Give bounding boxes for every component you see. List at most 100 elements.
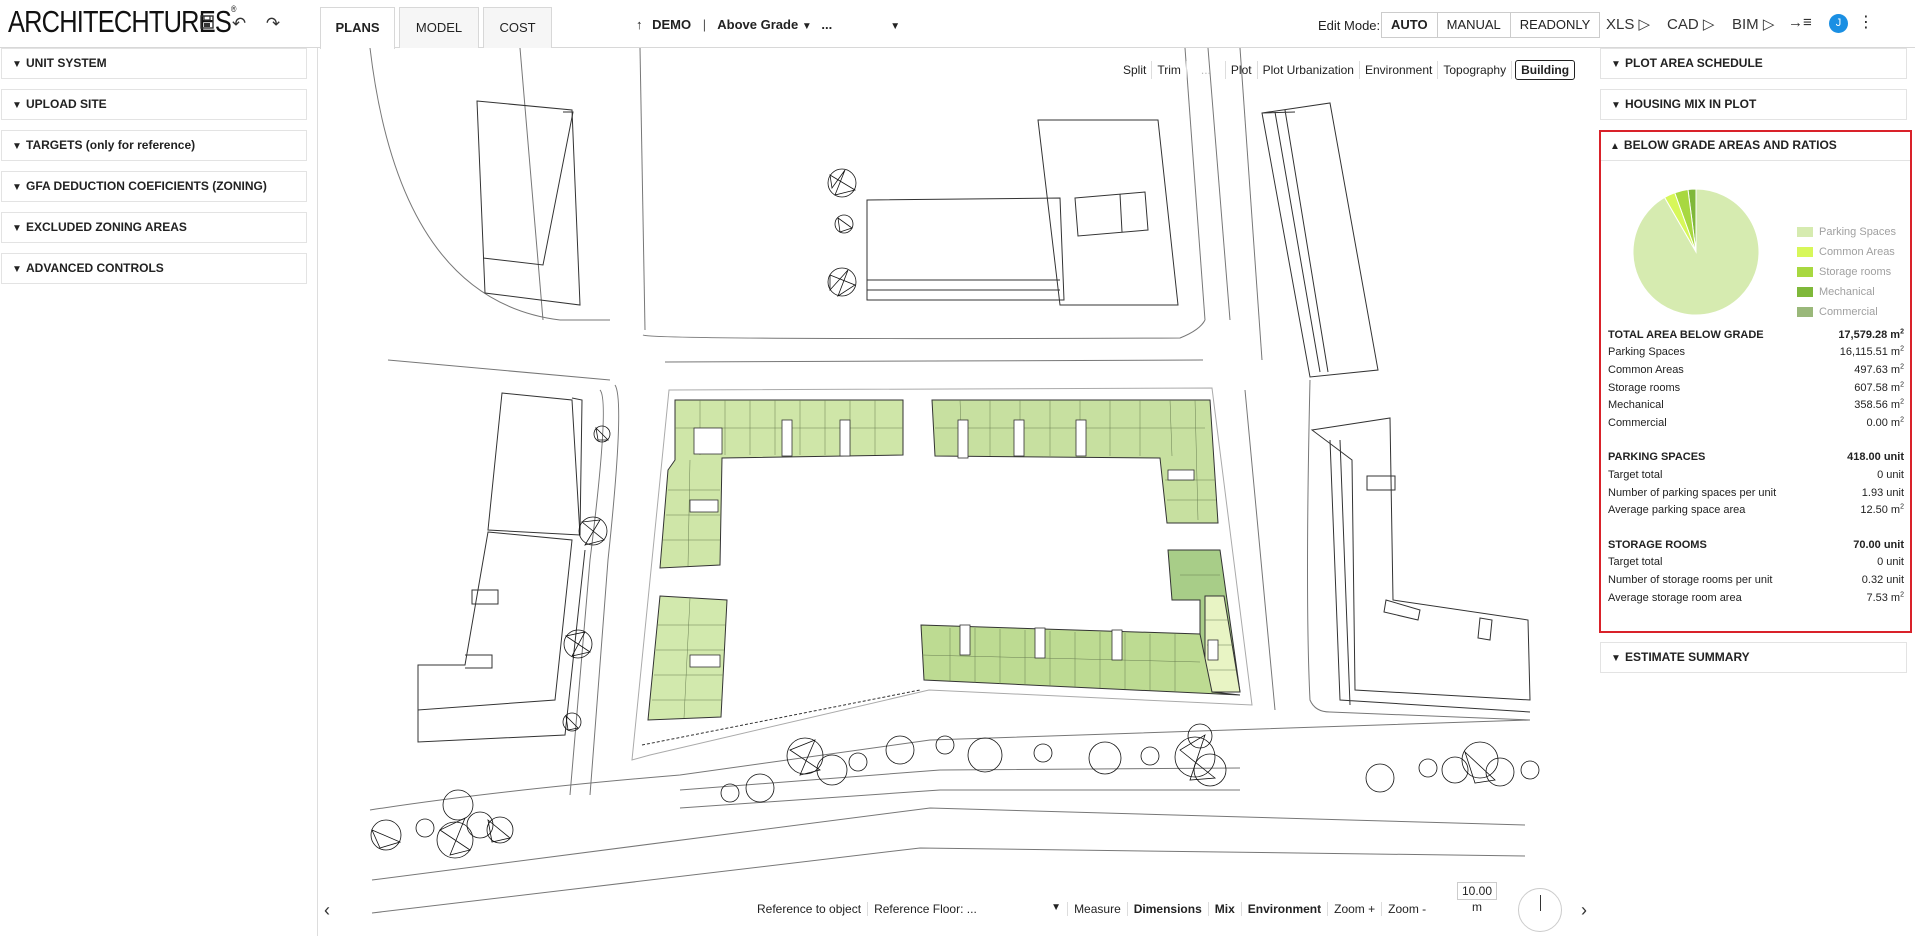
- export-bim-button[interactable]: BIM ▷: [1732, 15, 1774, 33]
- project-selector[interactable]: ↑ DEMO | Above Grade ▼ ... ▼: [636, 17, 900, 32]
- legend-item: Common Areas: [1797, 242, 1896, 262]
- scale-value[interactable]: 10.00: [1457, 882, 1497, 900]
- bottom-toolbar: Reference to object Reference Floor: ...…: [751, 902, 1432, 916]
- dimensions-button[interactable]: Dimensions: [1128, 902, 1209, 916]
- avatar[interactable]: J: [1829, 14, 1848, 33]
- chevron-down-icon: ▼: [890, 21, 901, 32]
- row-value: 607.58 m2: [1854, 380, 1904, 394]
- view-toolbar: Split Trim ... Plot Plot Urbanization En…: [1118, 60, 1576, 80]
- legend-item: Commercial: [1797, 302, 1896, 322]
- reference-to-object-button[interactable]: Reference to object: [751, 902, 869, 916]
- chevron-up-icon: ▲: [1610, 141, 1620, 152]
- level-select[interactable]: Above Grade ▼: [717, 17, 811, 32]
- environment-view-button[interactable]: Environment: [1360, 61, 1439, 79]
- next-arrow-icon[interactable]: ›: [1581, 900, 1587, 921]
- edit-mode-auto[interactable]: AUTO: [1382, 13, 1438, 37]
- legend-item: Mechanical: [1797, 282, 1896, 302]
- edit-mode-readonly[interactable]: READONLY: [1511, 13, 1600, 37]
- row-label: Target total: [1608, 468, 1663, 481]
- row-value: 0 unit: [1877, 556, 1904, 569]
- row-label: Mechanical: [1608, 399, 1664, 412]
- row-label: Number of storage rooms per unit: [1608, 573, 1773, 586]
- chevron-down-icon: ▼: [12, 264, 22, 275]
- up-arrow-icon[interactable]: ↑: [636, 17, 643, 32]
- tab-cost[interactable]: COST: [483, 7, 552, 48]
- row-label: Common Areas: [1608, 363, 1684, 376]
- total-row: TOTAL AREA BELOW GRADE 17,579.28 m2: [1608, 328, 1904, 341]
- legend-label: Parking Spaces: [1819, 226, 1897, 238]
- environment-button[interactable]: Environment: [1242, 902, 1329, 916]
- legend-swatch: [1797, 287, 1813, 297]
- table-row: Mechanical 358.56 m2: [1608, 396, 1904, 414]
- chevron-down-icon: ▼: [1611, 653, 1621, 664]
- legend-swatch: [1797, 247, 1813, 257]
- split-button[interactable]: Split: [1118, 61, 1153, 79]
- tab-plans[interactable]: PLANS: [320, 7, 395, 49]
- legend-swatch: [1797, 227, 1813, 237]
- plot-urbanization-button[interactable]: Plot Urbanization: [1258, 61, 1360, 79]
- measure-button[interactable]: Measure: [1068, 902, 1128, 916]
- prev-arrow-icon[interactable]: ‹: [324, 900, 330, 921]
- section-excluded-zoning[interactable]: ▼ EXCLUDED ZONING AREAS: [1, 212, 307, 243]
- below-grade-panel: ▲ BELOW GRADE AREAS AND RATIOS Parking Sp…: [1599, 130, 1912, 633]
- section-upload-site[interactable]: ▼ UPLOAD SITE: [1, 89, 307, 120]
- more-button[interactable]: ...: [1187, 61, 1226, 79]
- more-menu-icon[interactable]: ⋮: [1858, 12, 1874, 32]
- project-name: DEMO: [652, 17, 692, 32]
- row-label: Parking Spaces: [1608, 346, 1686, 359]
- row-value: 12.50 m2: [1860, 503, 1904, 517]
- row-label: Target total: [1608, 556, 1663, 569]
- chevron-down-icon: ▼: [12, 141, 22, 152]
- section-unit-system[interactable]: ▼ UNIT SYSTEM: [1, 48, 307, 79]
- row-value: 0.32 unit: [1861, 573, 1904, 586]
- zoom-in-button[interactable]: Zoom +: [1328, 902, 1383, 916]
- building-button[interactable]: Building: [1515, 60, 1576, 80]
- section-targets[interactable]: ▼ TARGETS (only for reference): [1, 130, 307, 161]
- row-value: 7.53 m2: [1866, 590, 1904, 604]
- export-list-icon[interactable]: →≡: [1788, 14, 1812, 31]
- storage-header-row: STORAGE ROOMS 70.00 unit: [1608, 538, 1904, 551]
- legend-swatch: [1797, 267, 1813, 277]
- save-icon[interactable]: [196, 13, 218, 35]
- row-label: Average parking space area: [1608, 504, 1746, 517]
- legend-label: Commercial: [1819, 306, 1878, 318]
- undo-icon[interactable]: ↶: [228, 13, 250, 35]
- export-cad-button[interactable]: CAD ▷: [1667, 15, 1714, 33]
- mix-button[interactable]: Mix: [1209, 902, 1242, 916]
- row-value: 0 unit: [1877, 468, 1904, 481]
- table-row: Target total 0 unit: [1608, 466, 1904, 484]
- topography-button[interactable]: Topography: [1438, 61, 1513, 79]
- export-xls-button[interactable]: XLS ▷: [1606, 15, 1650, 33]
- chevron-down-icon: ▼: [12, 59, 22, 70]
- section-gfa-deduction[interactable]: ▼ GFA DEDUCTION COEFICIENTS (ZONING): [1, 171, 307, 202]
- row-value: 16,115.51 m2: [1839, 345, 1904, 359]
- trim-button[interactable]: Trim: [1152, 61, 1187, 79]
- sublevel-select[interactable]: ... ▼: [821, 17, 900, 32]
- site-plan-drawing[interactable]: [319, 48, 1596, 936]
- legend-swatch: [1797, 307, 1813, 317]
- table-row: Common Areas 497.63 m2: [1608, 361, 1904, 379]
- reference-floor-select[interactable]: Reference Floor: ... ▼: [868, 902, 1069, 916]
- plot-button[interactable]: Plot: [1226, 61, 1258, 79]
- row-value: 358.56 m2: [1854, 398, 1904, 412]
- section-advanced-controls[interactable]: ▼ ADVANCED CONTROLS: [1, 253, 307, 284]
- section-estimate-summary[interactable]: ▼ ESTIMATE SUMMARY: [1600, 642, 1907, 673]
- north-compass[interactable]: [1518, 888, 1562, 932]
- edit-mode-manual[interactable]: MANUAL: [1438, 13, 1511, 37]
- section-housing-mix[interactable]: ▼ HOUSING MIX IN PLOT: [1600, 89, 1907, 120]
- tab-model[interactable]: MODEL: [399, 7, 479, 48]
- row-value: 0.00 m2: [1866, 416, 1904, 429]
- plan-canvas[interactable]: Split Trim ... Plot Plot Urbanization En…: [319, 48, 1596, 936]
- table-row: Parking Spaces 16,115.51 m2: [1608, 344, 1904, 362]
- left-scrollbar[interactable]: [310, 48, 316, 936]
- left-panel: ▼ UNIT SYSTEM ▼ UPLOAD SITE ▼ TARGETS (only…: [0, 48, 318, 936]
- redo-icon[interactable]: ↷: [262, 13, 284, 35]
- scale-indicator[interactable]: 10.00 m: [1457, 882, 1497, 914]
- row-label: Storage rooms: [1608, 381, 1681, 394]
- row-value: 497.63 m2: [1854, 363, 1904, 376]
- pie-slice-parking-spaces[interactable]: [1632, 188, 1760, 316]
- chevron-down-icon: ▼: [1611, 59, 1621, 70]
- below-grade-header[interactable]: ▲ BELOW GRADE AREAS AND RATIOS: [1601, 132, 1910, 161]
- section-plot-area-schedule[interactable]: ▼ PLOT AREA SCHEDULE: [1600, 48, 1907, 79]
- zoom-out-button[interactable]: Zoom -: [1382, 902, 1432, 916]
